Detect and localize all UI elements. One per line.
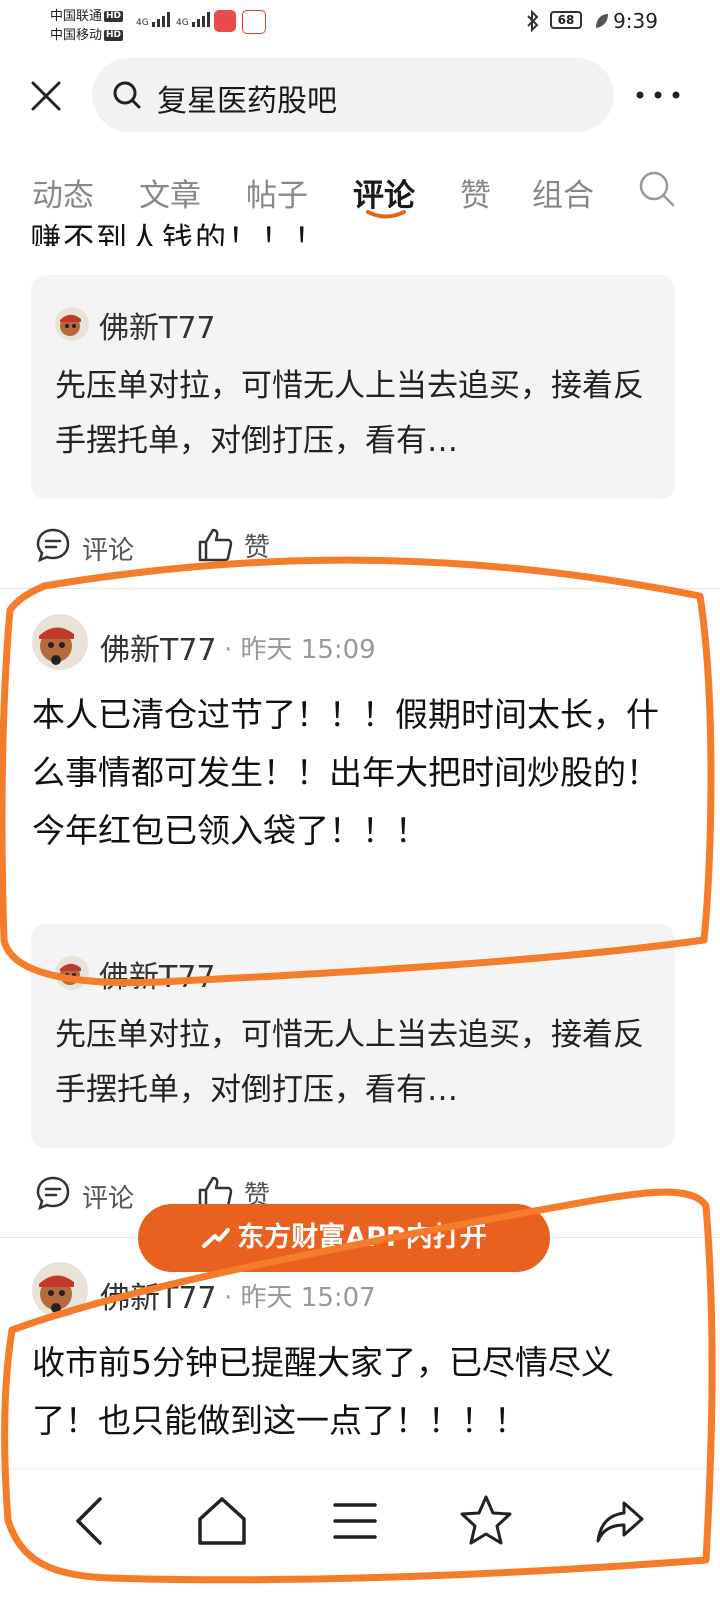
- comment-icon[interactable]: [35, 527, 71, 563]
- previous-comment-text: 赚不到人钱的！！！: [30, 222, 327, 246]
- like-button[interactable]: 赞: [244, 527, 270, 564]
- back-icon[interactable]: [60, 1491, 120, 1551]
- avatar[interactable]: [32, 614, 88, 670]
- star-icon[interactable]: [456, 1491, 516, 1551]
- comment-button[interactable]: 评论: [82, 530, 134, 567]
- open-in-app-button[interactable]: 东方财富APP内打开: [138, 1204, 550, 1272]
- post-text: 本人已清仓过节了！！！假期时间太长，什么事情都可发生！！出年大把时间炒股的！今年…: [32, 695, 659, 850]
- clock: 9:39: [613, 9, 658, 33]
- battery-indicator: 68: [550, 11, 582, 29]
- carrier-1: 中国联通 HD: [50, 9, 124, 24]
- top-bar: 复星医药股吧: [0, 58, 720, 132]
- toutiao-app-icon: [242, 10, 266, 34]
- post-timestamp: · 昨天 15:09: [224, 635, 376, 665]
- comment-icon[interactable]: [35, 1175, 71, 1211]
- share-icon[interactable]: [590, 1491, 650, 1551]
- search-icon: [113, 81, 141, 109]
- search-query: 复星医药股吧: [157, 84, 337, 119]
- app-logo-icon: [202, 1227, 231, 1248]
- quoted-post[interactable]: 佛新T77 先压单对拉，可惜无人上当去追买，接着反手摆托单，对倒打压，看有…: [31, 924, 675, 1148]
- shop-app-icon: [214, 10, 236, 32]
- status-bar: 中国联通 HD 中国移动 HD 4G 4G 68 9:39: [0, 0, 720, 46]
- menu-icon[interactable]: [325, 1491, 385, 1551]
- divider: [0, 588, 720, 589]
- browser-nav-bar: [0, 1468, 720, 1601]
- post-author[interactable]: 佛新T77: [100, 1273, 217, 1317]
- tab-search-icon[interactable]: [638, 170, 676, 208]
- signal-icon-1: 4G: [136, 10, 176, 28]
- bluetooth-icon: [527, 10, 539, 32]
- quoted-author: 佛新T77: [99, 960, 216, 995]
- comment-button[interactable]: 评论: [82, 1178, 134, 1215]
- avatar: [55, 956, 89, 990]
- post-timestamp: · 昨天 15:07: [224, 1283, 376, 1313]
- eco-leaf-icon: [596, 14, 608, 28]
- carrier-2: 中国移动 HD: [50, 28, 124, 43]
- search-input[interactable]: 复星医药股吧: [92, 58, 614, 132]
- home-icon[interactable]: [192, 1491, 252, 1551]
- post-author[interactable]: 佛新T77: [100, 625, 217, 669]
- quoted-post[interactable]: 佛新T77 先压单对拉，可惜无人上当去追买，接着反手摆托单，对倒打压，看有…: [31, 275, 675, 499]
- signal-icon-2: 4G: [176, 10, 216, 28]
- more-icon[interactable]: [632, 80, 684, 110]
- avatar[interactable]: [32, 1262, 88, 1318]
- close-icon[interactable]: [28, 78, 64, 114]
- quoted-text: 先压单对拉，可惜无人上当去追买，接着反手摆托单，对倒打压，看有…: [55, 368, 644, 459]
- open-in-app-label: 东方财富APP内打开: [237, 1222, 487, 1253]
- avatar: [55, 307, 89, 341]
- quoted-text: 先压单对拉，可惜无人上当去追买，接着反手摆托单，对倒打压，看有…: [55, 1017, 644, 1108]
- quoted-author: 佛新T77: [99, 311, 216, 346]
- post-text: 收市前5分钟已提醒大家了，已尽情尽义了！也只能做到这一点了！！！！: [32, 1343, 614, 1440]
- like-icon[interactable]: [196, 527, 234, 563]
